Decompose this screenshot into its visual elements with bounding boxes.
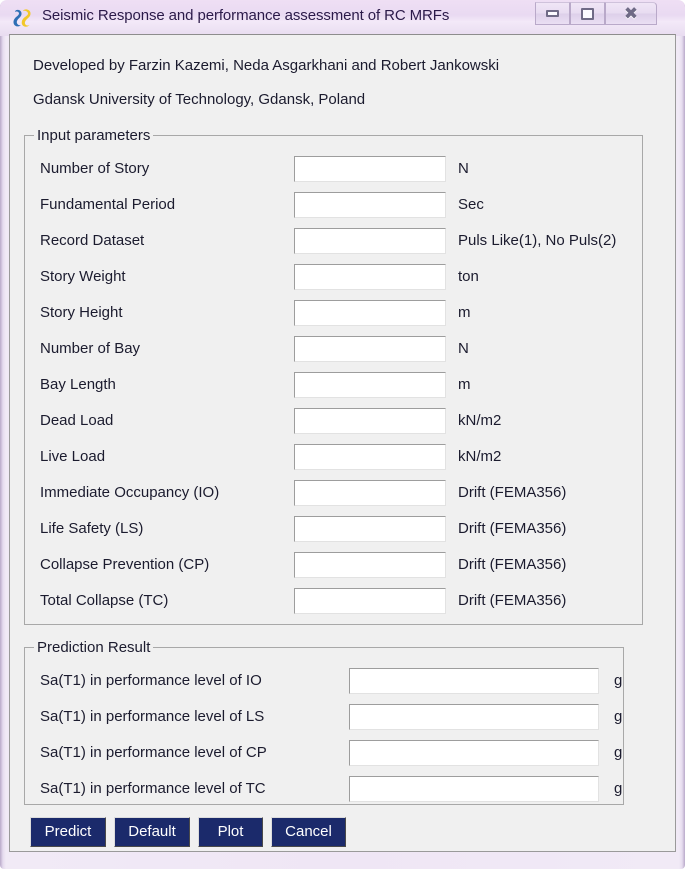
maximize-button[interactable]	[570, 2, 605, 25]
window-title: Seismic Response and performance assessm…	[42, 7, 450, 24]
credits-line-authors: Developed by Farzin Kazemi, Neda Asgarkh…	[33, 57, 500, 74]
input-row-unit: kN/m2	[458, 448, 502, 465]
input-row-label: Number of Story	[40, 160, 150, 177]
input-field-6[interactable]	[294, 336, 446, 362]
input-field-11[interactable]	[294, 516, 446, 542]
input-field-13[interactable]	[294, 588, 446, 614]
minimize-icon	[546, 10, 559, 17]
input-field-12[interactable]	[294, 552, 446, 578]
input-row-label: Story Height	[40, 304, 123, 321]
result-field-3[interactable]	[349, 740, 599, 766]
prediction-result-title: Prediction Result	[34, 639, 154, 656]
input-row-unit: ton	[458, 268, 479, 285]
input-row-label: Immediate Occupancy (IO)	[40, 484, 220, 501]
titlebar[interactable]: Seismic Response and performance assessm…	[0, 0, 685, 36]
input-row-label: Life Safety (LS)	[40, 520, 144, 537]
input-parameters-group: Input parameters Number of Story N Fundame…	[24, 127, 643, 625]
dialog-client-area: Developed by Farzin Kazemi, Neda Asgarkh…	[9, 34, 676, 852]
input-row-label: Number of Bay	[40, 340, 141, 357]
input-row-unit: Drift (FEMA356)	[458, 484, 567, 501]
result-row-unit: g	[614, 672, 623, 689]
input-row-label: Total Collapse (TC)	[40, 592, 169, 609]
input-parameters-title: Input parameters	[34, 127, 154, 144]
application-window: Seismic Response and performance assessm…	[0, 0, 685, 869]
input-field-9[interactable]	[294, 444, 446, 470]
result-field-4[interactable]	[349, 776, 599, 802]
input-row-unit: N	[458, 160, 469, 177]
input-row-unit: Sec	[458, 196, 484, 213]
input-row-unit: Drift (FEMA356)	[458, 592, 567, 609]
input-field-5[interactable]	[294, 300, 446, 326]
plot-button[interactable]: Plot	[198, 817, 263, 847]
input-row-unit: Puls Like(1), No Puls(2)	[458, 232, 617, 249]
input-row-unit: N	[458, 340, 469, 357]
input-row-label: Live Load	[40, 448, 106, 465]
result-row-unit: g	[614, 744, 623, 761]
input-field-10[interactable]	[294, 480, 446, 506]
result-row-label: Sa(T1) in performance level of TC	[40, 780, 266, 797]
input-row-label: Record Dataset	[40, 232, 145, 249]
input-field-4[interactable]	[294, 264, 446, 290]
input-field-3[interactable]	[294, 228, 446, 254]
maximize-icon	[581, 7, 594, 20]
input-field-2[interactable]	[294, 192, 446, 218]
cancel-button[interactable]: Cancel	[271, 817, 346, 847]
minimize-button[interactable]	[535, 2, 570, 25]
close-button[interactable]: ✖	[605, 2, 657, 25]
predict-button[interactable]: Predict	[30, 817, 106, 847]
result-row-label: Sa(T1) in performance level of IO	[40, 672, 262, 689]
input-field-8[interactable]	[294, 408, 446, 434]
close-icon: ✖	[623, 4, 639, 23]
input-row-unit: Drift (FEMA356)	[458, 556, 567, 573]
result-field-2[interactable]	[349, 704, 599, 730]
input-field-1[interactable]	[294, 156, 446, 182]
result-row-unit: g	[614, 708, 623, 725]
default-button[interactable]: Default	[114, 817, 190, 847]
input-field-7[interactable]	[294, 372, 446, 398]
input-row-label: Story Weight	[40, 268, 126, 285]
prediction-result-group: Prediction Result Sa(T1) in performance …	[24, 639, 624, 805]
input-row-label: Collapse Prevention (CP)	[40, 556, 210, 573]
result-row-unit: g	[614, 780, 623, 797]
credits-line-affiliation: Gdansk University of Technology, Gdansk,…	[33, 91, 366, 108]
result-field-1[interactable]	[349, 668, 599, 694]
result-row-label: Sa(T1) in performance level of LS	[40, 708, 265, 725]
input-row-unit: kN/m2	[458, 412, 502, 429]
result-row-label: Sa(T1) in performance level of CP	[40, 744, 267, 761]
app-logo-icon	[12, 7, 34, 29]
input-row-unit: m	[458, 304, 471, 321]
input-row-label: Fundamental Period	[40, 196, 176, 213]
input-row-label: Dead Load	[40, 412, 114, 429]
input-row-unit: Drift (FEMA356)	[458, 520, 567, 537]
input-row-unit: m	[458, 376, 471, 393]
input-row-label: Bay Length	[40, 376, 116, 393]
